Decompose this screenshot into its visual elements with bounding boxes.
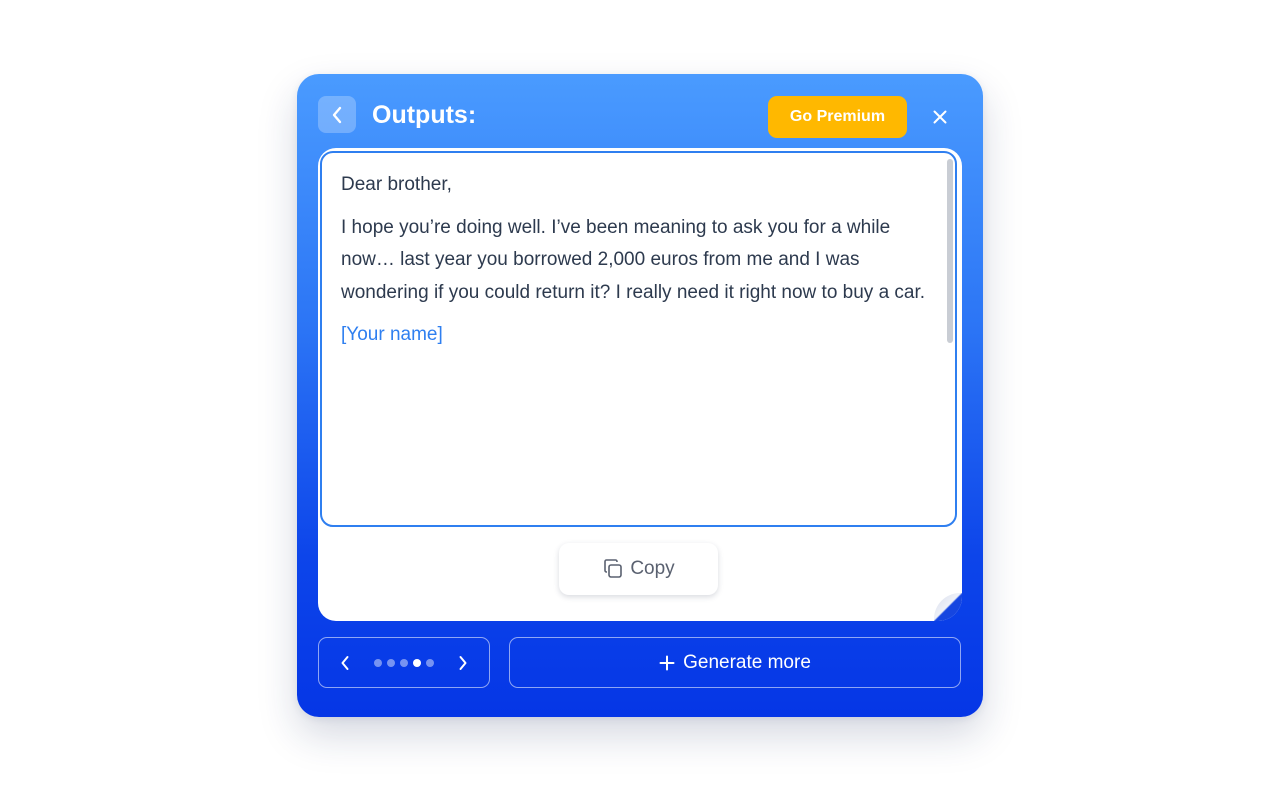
output-pager	[318, 637, 490, 688]
pager-dot[interactable]	[400, 658, 408, 667]
pager-dot[interactable]	[413, 658, 421, 667]
pager-dot[interactable]	[426, 658, 434, 667]
output-signature: [Your name]	[341, 324, 443, 345]
copy-button-label: Copy	[630, 558, 675, 579]
output-greeting: Dear brother,	[341, 174, 452, 195]
chevron-left-icon	[332, 106, 342, 123]
chevron-right-icon	[459, 655, 467, 670]
panel-title: Outputs:	[372, 101, 477, 129]
pager-dots	[374, 658, 434, 667]
back-button[interactable]	[318, 96, 356, 133]
copy-icon	[604, 559, 623, 578]
scrollbar-thumb[interactable]	[947, 159, 953, 343]
output-text-content: Dear brother, I hope you’re doing well. …	[341, 169, 931, 362]
generate-more-label: Generate more	[683, 651, 811, 673]
output-body: I hope you’re doing well. I’ve been mean…	[341, 216, 926, 303]
close-button[interactable]	[927, 104, 953, 130]
pager-dot[interactable]	[387, 658, 395, 667]
pager-dot[interactable]	[374, 658, 382, 667]
page-curl-decoration	[934, 593, 962, 621]
outputs-panel: Outputs: Go Premium Dear brother, I hope…	[297, 74, 983, 717]
next-output-button[interactable]	[453, 653, 473, 673]
output-card: Dear brother, I hope you’re doing well. …	[318, 148, 962, 621]
previous-output-button[interactable]	[335, 653, 355, 673]
plus-icon	[659, 655, 675, 670]
copy-button[interactable]: Copy	[559, 543, 718, 595]
chevron-left-icon	[341, 655, 349, 670]
output-text-area[interactable]: Dear brother, I hope you’re doing well. …	[320, 151, 957, 527]
go-premium-button[interactable]: Go Premium	[768, 96, 907, 138]
generate-more-button[interactable]: Generate more	[509, 637, 961, 688]
close-icon	[933, 110, 947, 124]
